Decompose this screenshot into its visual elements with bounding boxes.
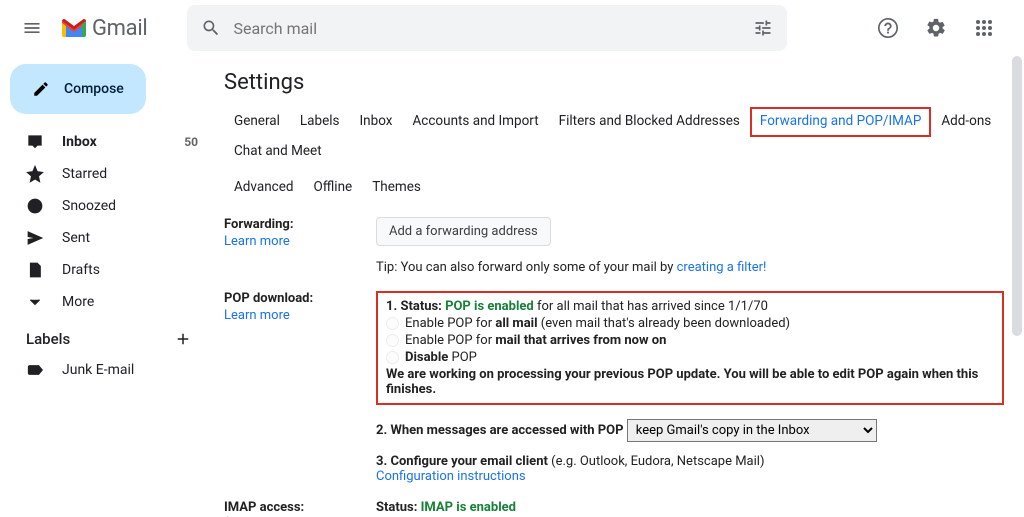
compose-button[interactable]: Compose bbox=[10, 64, 146, 114]
scrollbar-thumb[interactable] bbox=[1012, 56, 1022, 336]
tab-addons[interactable]: Add-ons bbox=[931, 107, 1001, 137]
settings-button[interactable] bbox=[916, 8, 956, 48]
pop-label: POP download: bbox=[224, 291, 313, 306]
send-icon bbox=[26, 229, 44, 247]
tab-general[interactable]: General bbox=[224, 107, 290, 137]
pop-option-disable[interactable]: Disable POP bbox=[386, 350, 994, 365]
gear-icon bbox=[925, 17, 947, 39]
tab-advanced[interactable]: Advanced bbox=[224, 173, 304, 203]
forwarding-label: Forwarding: bbox=[224, 217, 294, 232]
label-junk-email[interactable]: Junk E-mail bbox=[0, 354, 210, 386]
sidebar: Compose Inbox 50 Starred Snoozed Sent bbox=[0, 56, 210, 517]
add-label-icon[interactable] bbox=[174, 330, 192, 348]
pencil-icon bbox=[32, 80, 50, 98]
folder-nav: Inbox 50 Starred Snoozed Sent Drafts bbox=[0, 126, 210, 318]
create-filter-link[interactable]: creating a filter! bbox=[677, 260, 767, 275]
clock-icon bbox=[26, 197, 44, 215]
search-bar[interactable] bbox=[187, 5, 787, 51]
tab-accounts[interactable]: Accounts and Import bbox=[402, 107, 548, 137]
support-button[interactable] bbox=[868, 8, 908, 48]
settings-title: Settings bbox=[224, 70, 1004, 95]
nav-starred[interactable]: Starred bbox=[0, 158, 210, 190]
pop-option-now-on[interactable]: Enable POP for mail that arrives from no… bbox=[386, 333, 994, 348]
scrollbar[interactable] bbox=[1012, 56, 1022, 517]
apps-button[interactable] bbox=[964, 8, 1004, 48]
tab-chat-meet[interactable]: Chat and Meet bbox=[224, 137, 332, 167]
forwarding-learn-more[interactable]: Learn more bbox=[224, 234, 368, 249]
search-options-icon[interactable] bbox=[753, 18, 773, 38]
pop-access-select[interactable]: keep Gmail's copy in the Inbox bbox=[627, 419, 877, 442]
add-forwarding-button[interactable]: Add a forwarding address bbox=[376, 217, 551, 246]
hamburger-icon bbox=[22, 18, 42, 38]
nav-more[interactable]: More bbox=[0, 286, 210, 318]
nav-snoozed[interactable]: Snoozed bbox=[0, 190, 210, 222]
search-input[interactable] bbox=[233, 19, 753, 38]
pop-option-all-mail[interactable]: Enable POP for all mail (even mail that'… bbox=[386, 316, 994, 331]
pop-processing-msg: We are working on processing your previo… bbox=[386, 367, 994, 397]
pop-section: POP download: Learn more 1. Status: POP … bbox=[224, 291, 1004, 500]
settings-panel: Settings General Labels Inbox Accounts a… bbox=[210, 56, 1024, 517]
gmail-m-icon bbox=[60, 17, 88, 39]
inbox-icon bbox=[26, 133, 44, 151]
brand-text: Gmail bbox=[92, 16, 147, 41]
star-icon bbox=[26, 165, 44, 183]
imap-label: IMAP access: bbox=[224, 500, 304, 515]
imap-status-value: IMAP is enabled bbox=[421, 500, 516, 515]
pop-status-value: POP is enabled bbox=[445, 299, 534, 314]
app-header: Gmail bbox=[0, 0, 1024, 56]
chevron-down-icon bbox=[26, 293, 44, 311]
main-menu-button[interactable] bbox=[8, 4, 56, 52]
label-tag-icon bbox=[26, 361, 44, 379]
header-actions bbox=[868, 8, 1016, 48]
tab-themes[interactable]: Themes bbox=[362, 173, 431, 203]
labels-header: Labels bbox=[0, 318, 210, 354]
draft-icon bbox=[26, 261, 44, 279]
tab-forwarding-pop-imap[interactable]: Forwarding and POP/IMAP bbox=[750, 107, 931, 137]
settings-tabs: General Labels Inbox Accounts and Import… bbox=[224, 107, 1004, 203]
nav-drafts[interactable]: Drafts bbox=[0, 254, 210, 286]
nav-inbox[interactable]: Inbox 50 bbox=[0, 126, 210, 158]
compose-label: Compose bbox=[64, 81, 124, 97]
forwarding-section: Forwarding: Learn more Add a forwarding … bbox=[224, 217, 1004, 291]
tab-labels[interactable]: Labels bbox=[290, 107, 350, 137]
apps-grid-icon bbox=[975, 19, 993, 37]
pop-status-box: 1. Status: POP is enabled for all mail t… bbox=[376, 291, 1004, 405]
search-icon bbox=[201, 18, 221, 38]
nav-sent[interactable]: Sent bbox=[0, 222, 210, 254]
imap-section: IMAP access: (access Gmail from other cl… bbox=[224, 500, 1004, 517]
help-icon bbox=[877, 17, 899, 39]
tab-inbox[interactable]: Inbox bbox=[350, 107, 403, 137]
tab-filters[interactable]: Filters and Blocked Addresses bbox=[549, 107, 750, 137]
gmail-logo[interactable]: Gmail bbox=[60, 16, 147, 41]
tab-offline[interactable]: Offline bbox=[304, 173, 363, 203]
pop-learn-more[interactable]: Learn more bbox=[224, 308, 368, 323]
config-instructions-link[interactable]: Configuration instructions bbox=[376, 469, 526, 484]
